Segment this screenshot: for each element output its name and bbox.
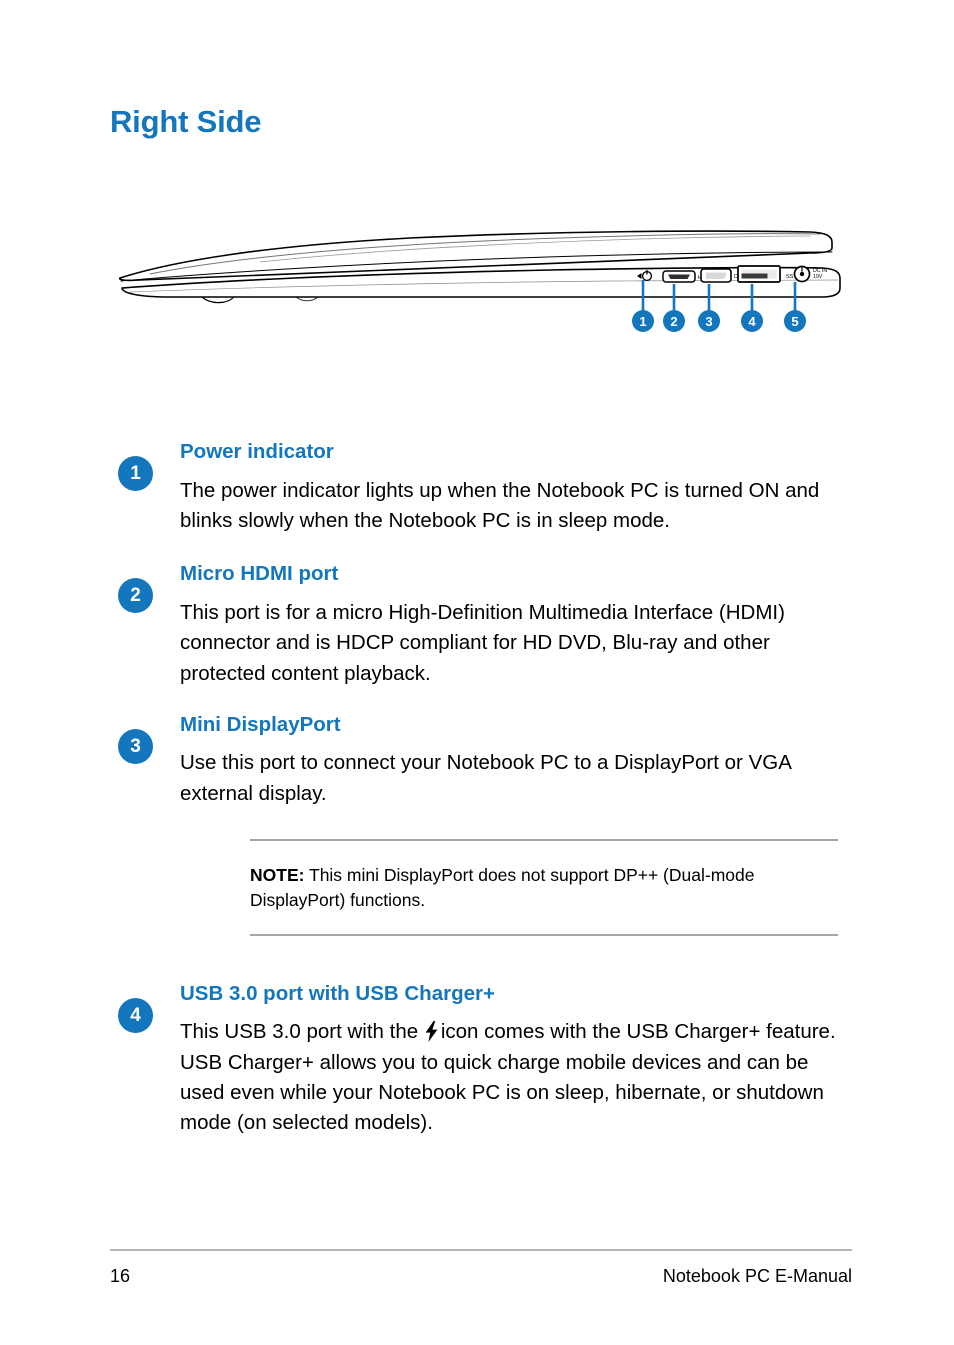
footer-page-number: 16 [110, 1266, 131, 1286]
section-body-power-indicator: The power indicator lights up when the N… [180, 478, 820, 532]
note-bottom-rule [250, 933, 838, 936]
page-title: Right Side [110, 104, 262, 139]
notebook-right-side-illustration: HDMI DP SS DC IN 19V [110, 218, 850, 338]
callout-badge-2-label: 2 [670, 314, 677, 329]
note-content: This mini DisplayPort does not support D… [250, 865, 755, 911]
page: Right Side SS DC IN 19V 1 2 3 4 5 1 Powe… [0, 0, 954, 1345]
section-title-mini-displayport: Mini DisplayPort [180, 712, 341, 736]
section-title-micro-hdmi-port: Micro HDMI port [180, 562, 339, 586]
section-badge-4: 4 [118, 997, 153, 1033]
section-body-mini-displayport: Use this port to connect your Notebook P… [180, 751, 791, 805]
callout-badge-4: 4 [741, 310, 763, 332]
section-body-usb-charger-plus: This USB 3.0 port with the icon comes wi… [180, 1017, 858, 1138]
section-micro-hdmi-port: 2 Micro HDMI port This port is for a mic… [118, 562, 858, 689]
callout-badge-1-label: 1 [639, 314, 646, 329]
section-badge-2: 2 [118, 578, 153, 614]
section-body-micro-hdmi-port: This port is for a micro High-Definition… [180, 600, 785, 685]
note-block: NOTE: This mini DisplayPort does not sup… [250, 839, 838, 936]
usb-body-before-icon: This USB 3.0 port with the [180, 1020, 424, 1044]
callout-badge-3: 3 [698, 310, 720, 332]
footer-manual-title: Notebook PC E-Manual [662, 1266, 852, 1286]
callout-badge-2: 2 [663, 310, 685, 332]
section-title-power-indicator: Power indicator [180, 440, 334, 463]
note-label: NOTE: [250, 865, 305, 886]
lightning-bolt-icon [425, 1021, 438, 1043]
section-power-indicator: 1 Power indicator The power indicator li… [118, 440, 858, 536]
section-badge-3: 3 [118, 728, 153, 764]
note-text: NOTE: This mini DisplayPort does not sup… [250, 841, 838, 934]
page-footer: 16 Notebook PC E-Manual [110, 1266, 852, 1287]
footer-rule [110, 1249, 852, 1251]
content-sections: 1 Power indicator The power indicator li… [118, 440, 858, 1161]
section-title-usb-charger-plus: USB 3.0 port with USB Charger+ [180, 981, 495, 1005]
callout-badge-1: 1 [632, 310, 654, 332]
svg-text:19V: 19V [813, 274, 823, 280]
svg-text:SS: SS [786, 274, 794, 280]
section-usb-charger-plus: 4 USB 3.0 port with USB Charger+ This US… [118, 982, 858, 1139]
callout-badge-4-label: 4 [748, 314, 756, 329]
section-mini-displayport: 3 Mini DisplayPort Use this port to conn… [118, 713, 858, 809]
callout-badges: 1 2 3 4 5 [632, 310, 806, 332]
callout-badge-5: 5 [784, 310, 806, 332]
callout-badge-3-label: 3 [705, 314, 712, 329]
callout-badge-5-label: 5 [791, 314, 798, 329]
section-badge-1: 1 [118, 456, 153, 491]
